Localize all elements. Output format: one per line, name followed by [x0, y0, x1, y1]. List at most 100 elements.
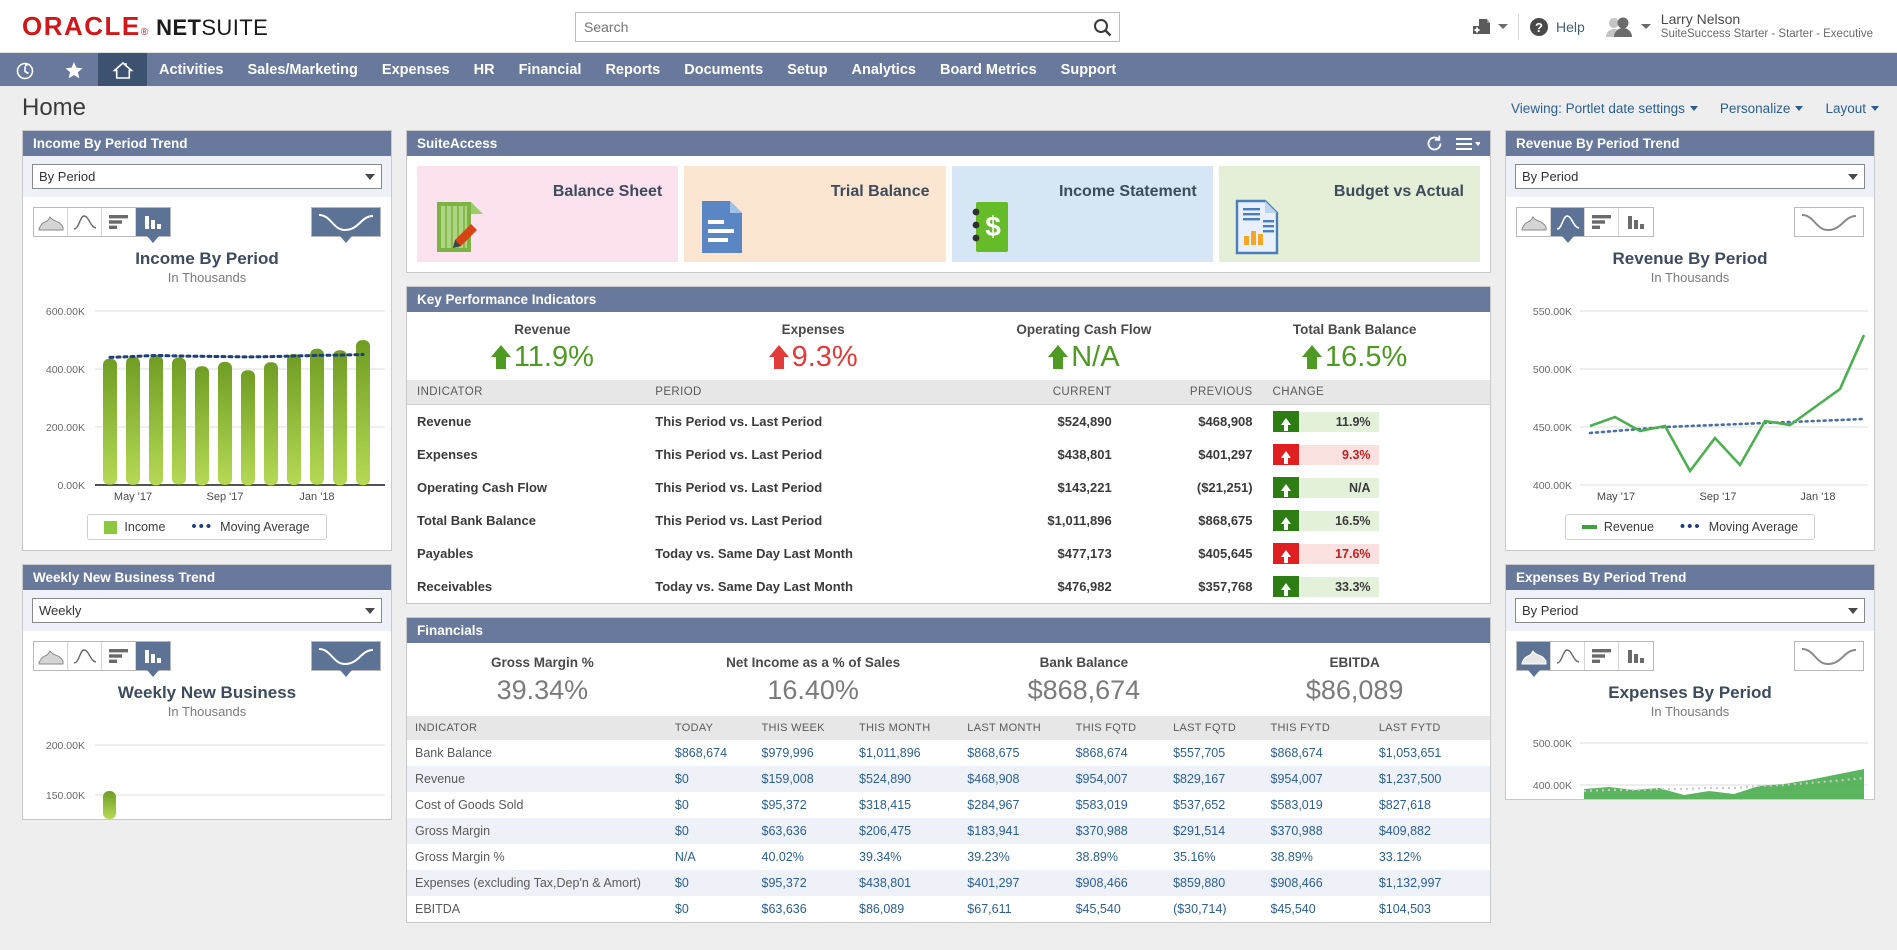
cell-this-fytd[interactable]: 38.89% [1263, 844, 1371, 870]
chart-type-area-icon[interactable] [34, 642, 68, 670]
cell-current[interactable]: $438,801 [970, 438, 1122, 471]
nav-item-analytics[interactable]: Analytics [839, 53, 927, 86]
cell-this-week[interactable]: 40.02% [754, 844, 851, 870]
table-row[interactable]: Total Bank Balance This Period vs. Last … [407, 504, 1490, 537]
chart-type-bar-vertical-icon[interactable] [136, 642, 170, 670]
chart-type-line-icon[interactable] [68, 642, 102, 670]
cell-today[interactable]: $0 [667, 766, 754, 792]
cell-last-fytd[interactable]: $104,503 [1371, 896, 1490, 922]
home-icon[interactable] [98, 53, 147, 86]
table-row[interactable]: Operating Cash Flow This Period vs. Last… [407, 471, 1490, 504]
user-menu[interactable]: Larry Nelson SuiteSuccess Starter - Star… [1595, 0, 1883, 53]
table-row[interactable]: Cost of Goods Sold $0 $95,372 $318,415 $… [407, 792, 1490, 818]
tile-trial-balance[interactable]: Trial Balance [684, 166, 945, 262]
tile-budget-vs-actual[interactable]: Budget vs Actual [1219, 166, 1480, 262]
user-chevron-down-icon[interactable] [1641, 24, 1651, 29]
cell-last-month[interactable]: $468,908 [959, 766, 1067, 792]
cell-today[interactable]: $0 [667, 870, 754, 896]
cell-period[interactable]: Today vs. Same Day Last Month [645, 570, 970, 603]
table-row[interactable]: Revenue This Period vs. Last Period $524… [407, 405, 1490, 439]
chart-type-bar-horizontal-icon[interactable] [102, 208, 136, 236]
cell-this-fqtd[interactable]: $45,540 [1068, 896, 1165, 922]
cell-period[interactable]: This Period vs. Last Period [645, 471, 970, 504]
favorites-star-icon[interactable] [49, 53, 98, 86]
cell-last-fytd[interactable]: $409,882 [1371, 818, 1490, 844]
cell-this-fqtd[interactable]: $583,019 [1068, 792, 1165, 818]
chart-style-toggle-icon[interactable] [1795, 642, 1863, 670]
table-row[interactable]: Payables Today vs. Same Day Last Month $… [407, 537, 1490, 570]
refresh-icon[interactable] [1425, 134, 1444, 153]
nav-item-hr[interactable]: HR [462, 53, 507, 86]
cell-last-fytd[interactable]: 33.12% [1371, 844, 1490, 870]
cell-last-fytd[interactable]: $827,618 [1371, 792, 1490, 818]
cell-this-week[interactable]: $95,372 [754, 792, 851, 818]
weekly-period-select[interactable]: Weekly [32, 598, 382, 623]
chart-type-area-icon[interactable] [1517, 208, 1551, 236]
cell-current[interactable]: $477,173 [970, 537, 1122, 570]
cell-this-fqtd[interactable]: $954,007 [1068, 766, 1165, 792]
cell-this-fqtd[interactable]: $370,988 [1068, 818, 1165, 844]
nav-item-documents[interactable]: Documents [672, 53, 775, 86]
tile-income-statement[interactable]: Income Statement $ [952, 166, 1213, 262]
table-row[interactable]: Gross Margin $0 $63,636 $206,475 $183,94… [407, 818, 1490, 844]
help-button[interactable]: ? Help [1519, 0, 1595, 53]
cell-this-month[interactable]: $438,801 [851, 870, 959, 896]
oracle-netsuite-logo[interactable]: ORACLE® NETSUITE [22, 11, 268, 42]
cell-today[interactable]: $0 [667, 818, 754, 844]
cell-current[interactable]: $476,982 [970, 570, 1122, 603]
cell-last-month[interactable]: $868,675 [959, 740, 1067, 766]
cell-this-fytd[interactable]: $908,466 [1263, 870, 1371, 896]
global-search[interactable] [575, 12, 1120, 42]
table-row[interactable]: Receivables Today vs. Same Day Last Mont… [407, 570, 1490, 603]
table-row[interactable]: EBITDA $0 $63,636 $86,089 $67,611 $45,54… [407, 896, 1490, 922]
cell-last-fytd[interactable]: $1,053,651 [1371, 740, 1490, 766]
quick-add-button[interactable] [1462, 0, 1518, 53]
cell-last-fytd[interactable]: $1,237,500 [1371, 766, 1490, 792]
cell-this-week[interactable]: $63,636 [754, 818, 851, 844]
chart-type-line-icon[interactable] [1551, 642, 1585, 670]
cell-previous[interactable]: ($21,251) [1122, 471, 1263, 504]
revenue-period-select[interactable]: By Period [1515, 164, 1865, 189]
chart-style-toggle-icon[interactable] [312, 642, 380, 670]
chart-style-toggle-icon[interactable] [312, 208, 380, 236]
table-row[interactable]: Bank Balance $868,674 $979,996 $1,011,89… [407, 740, 1490, 766]
chart-type-bar-vertical-icon[interactable] [136, 208, 170, 236]
cell-this-fytd[interactable]: $954,007 [1263, 766, 1371, 792]
cell-period[interactable]: This Period vs. Last Period [645, 405, 970, 439]
cell-current[interactable]: $1,011,896 [970, 504, 1122, 537]
cell-this-month[interactable]: 39.34% [851, 844, 959, 870]
chart-type-line-icon[interactable] [1551, 208, 1585, 236]
hamburger-menu-icon[interactable] [1456, 136, 1480, 152]
cell-last-month[interactable]: $67,611 [959, 896, 1067, 922]
cell-last-fqtd[interactable]: $537,652 [1165, 792, 1262, 818]
personalize-button[interactable]: Personalize [1720, 101, 1804, 116]
chart-type-line-icon[interactable] [68, 208, 102, 236]
cell-this-week[interactable]: $159,008 [754, 766, 851, 792]
cell-last-month[interactable]: $284,967 [959, 792, 1067, 818]
nav-item-expenses[interactable]: Expenses [370, 53, 462, 86]
cell-previous[interactable]: $401,297 [1122, 438, 1263, 471]
tile-balance-sheet[interactable]: Balance Sheet [417, 166, 678, 262]
cell-this-fqtd[interactable]: $868,674 [1068, 740, 1165, 766]
cell-today[interactable]: N/A [667, 844, 754, 870]
cell-this-fytd[interactable]: $583,019 [1263, 792, 1371, 818]
viewing-portlet-date-settings[interactable]: Viewing: Portlet date settings [1511, 101, 1698, 116]
cell-last-month[interactable]: $183,941 [959, 818, 1067, 844]
cell-last-fytd[interactable]: $1,132,997 [1371, 870, 1490, 896]
chevron-down-icon[interactable] [1498, 24, 1508, 29]
cell-this-fytd[interactable]: $370,988 [1263, 818, 1371, 844]
chart-type-bar-vertical-icon[interactable] [1619, 642, 1653, 670]
cell-this-fqtd[interactable]: $908,466 [1068, 870, 1165, 896]
cell-this-fqtd[interactable]: 38.89% [1068, 844, 1165, 870]
expenses-period-select[interactable]: By Period [1515, 598, 1865, 623]
cell-today[interactable]: $0 [667, 792, 754, 818]
cell-period[interactable]: This Period vs. Last Period [645, 438, 970, 471]
search-icon[interactable] [1085, 18, 1119, 37]
chart-type-area-icon[interactable] [1517, 642, 1551, 670]
cell-current[interactable]: $524,890 [970, 405, 1122, 439]
nav-item-financial[interactable]: Financial [507, 53, 594, 86]
cell-period[interactable]: Today vs. Same Day Last Month [645, 537, 970, 570]
layout-button[interactable]: Layout [1825, 101, 1879, 116]
cell-previous[interactable]: $357,768 [1122, 570, 1263, 603]
nav-item-activities[interactable]: Activities [147, 53, 235, 86]
